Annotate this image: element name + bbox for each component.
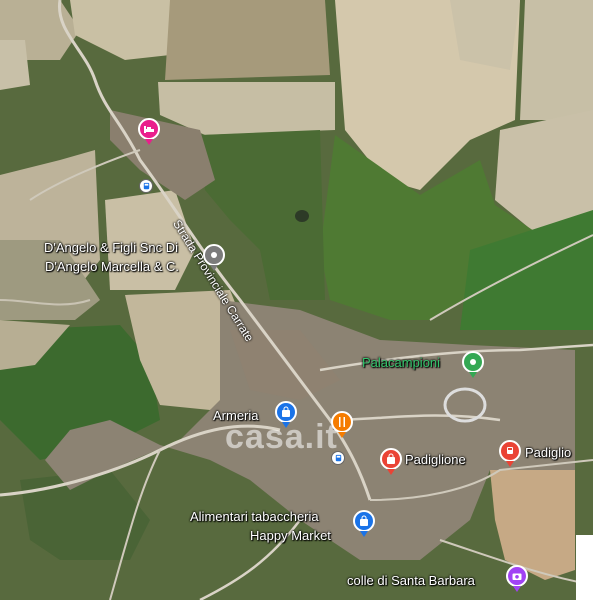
satellite-map[interactable]: casa.it Strada Provinciale Carrate D'Ang…: [0, 0, 593, 600]
poi-padiglio-label: Padiglio: [525, 445, 572, 460]
poi-armeria-label: Armeria: [213, 408, 259, 423]
pin-icon: [462, 351, 484, 373]
shopping-bag-icon: [353, 510, 375, 532]
poi-alimentari-label-line2: Happy Market: [250, 528, 331, 543]
camera-icon: [506, 565, 528, 587]
poi-restaurant[interactable]: [331, 411, 353, 438]
bus-icon[interactable]: [331, 451, 345, 465]
poi-alimentari-label: Alimentari tabaccheria: [190, 509, 319, 524]
poi-santa-barbara[interactable]: [506, 565, 528, 592]
bus-icon[interactable]: [139, 179, 153, 193]
shopping-bag-icon: [275, 401, 297, 423]
bed-icon: [138, 118, 160, 140]
poi-armeria[interactable]: [275, 401, 297, 428]
shopping-bag-icon: [380, 448, 402, 470]
poi-palacampioni-label: Palacampioni: [362, 355, 441, 370]
poi-dangelo-label-line2: D'Angelo Marcella & C.: [45, 259, 179, 274]
poi-alimentari[interactable]: [353, 510, 375, 537]
poi-padiglione[interactable]: [380, 448, 402, 475]
poi-dangelo-label: D'Angelo & Figli Snc Di: [44, 240, 178, 255]
poi-lodging[interactable]: [138, 118, 160, 145]
train-icon: [499, 440, 521, 462]
poi-palacampioni[interactable]: [462, 351, 484, 378]
fork-knife-icon: [331, 411, 353, 433]
poi-padiglio[interactable]: [499, 440, 521, 467]
poi-santa-barbara-label: colle di Santa Barbara: [347, 573, 475, 588]
poi-dangelo[interactable]: [203, 244, 225, 271]
pin-icon: [203, 244, 225, 266]
poi-padiglione-label: Padiglione: [405, 452, 466, 467]
